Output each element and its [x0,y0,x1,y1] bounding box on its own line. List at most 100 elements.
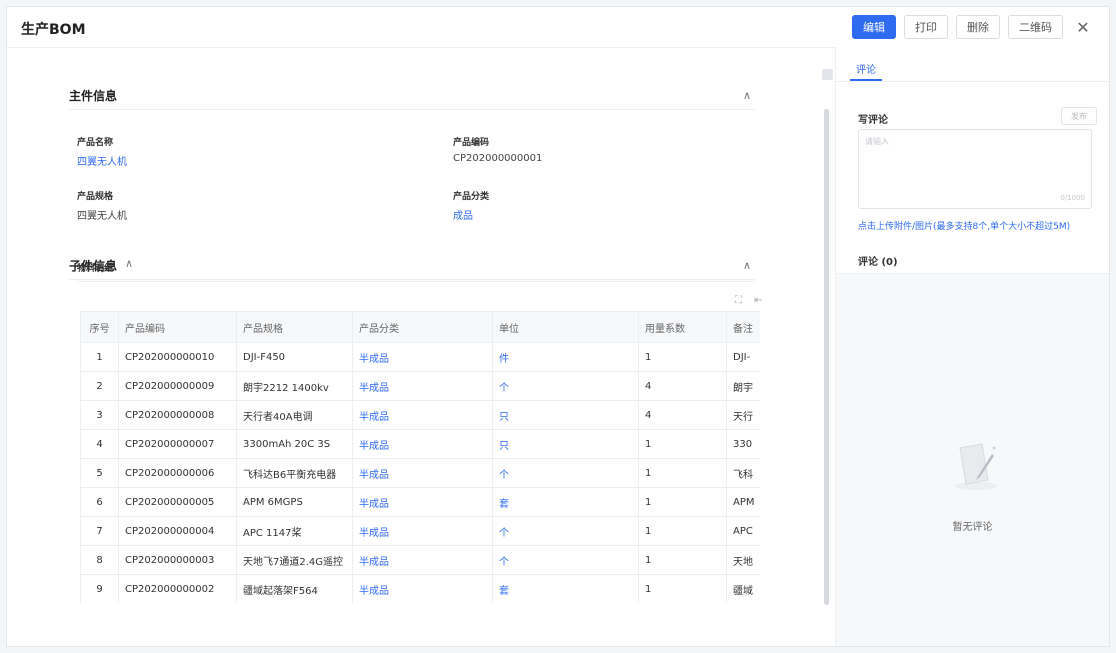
table-row[interactable]: 7 CP202000000004 APC 1147桨 半成品个 1 APC [80,516,760,546]
table-cell: 5 [80,458,119,488]
table-cell: CP202000000002 [118,574,237,603]
column-header: 单位 [492,311,639,343]
table-cell[interactable]: 只 [492,429,639,459]
upload-attachment-link[interactable]: 点击上传附件/图片(最多支持8个,单个大小不超过5M) [858,219,1070,232]
table-cell[interactable]: 半成品 [352,429,493,459]
comment-input[interactable]: 请输入 0/1000 [858,129,1092,209]
table-cell[interactable]: 半成品 [352,487,493,517]
table-cell: 飞科 [726,458,760,488]
table-cell: 2 [80,371,119,401]
table-row[interactable]: 3 CP202000000008 天行者40A电调 半成品只 4 天行 [80,400,760,430]
column-header: 产品编码 [118,311,237,343]
write-comment-title: 写评论 [858,115,888,126]
table-row[interactable]: 8 CP202000000003 天地飞7通道2.4G遥控 半成品个 1 天地 [80,545,760,575]
table-cell[interactable]: 半成品 [352,516,493,546]
table-cell: CP202000000006 [118,458,237,488]
table-cell: 天行者40A电调 [236,400,353,430]
table-cell: 疆域 [726,574,760,603]
comment-placeholder: 请输入 [865,137,889,146]
char-count: 0/1000 [1060,194,1085,202]
table-cell[interactable]: 个 [492,371,639,401]
expand-columns-icon[interactable]: ⇤ [754,295,774,306]
table-row[interactable]: 9 CP202000000002 疆域起落架F564 半成品套 1 疆域 [80,574,760,603]
table-cell[interactable]: 半成品 [352,458,493,488]
column-header: 产品规格 [236,311,353,343]
table-cell: CP202000000010 [118,342,237,372]
table-cell[interactable]: 半成品 [352,400,493,430]
title-bar: 生产BOM 编辑 打印 删除 二维码 ✕ [7,7,1109,48]
table-cell[interactable]: 件 [492,342,639,372]
table-cell: CP202000000005 [118,487,237,517]
divider [77,281,755,282]
print-button[interactable]: 打印 [904,15,948,39]
table-cell: CP202000000007 [118,429,237,459]
table-cell: 3 [80,400,119,430]
table-cell[interactable]: 个 [492,458,639,488]
table-cell[interactable]: 半成品 [352,342,493,372]
table-row[interactable]: 6 CP202000000005 APM 6MGPS 半成品套 1 APM [80,487,760,517]
collapse-material-icon[interactable]: ∧ [125,257,133,270]
tab-comments[interactable]: 评论 [856,61,876,76]
table-cell: 8 [80,545,119,575]
column-header: 备注 [726,311,760,343]
material-detail-title: 物料明细 [77,264,114,274]
table-cell: 3300mAh 20C 3S [236,429,353,459]
page-title: 生产BOM [21,22,86,38]
table-cell[interactable]: 个 [492,516,639,546]
divider [69,279,755,280]
table-cell: 1 [80,342,119,372]
table-cell: 4 [638,371,727,401]
table-cell[interactable]: 套 [492,574,639,603]
qrcode-button[interactable]: 二维码 [1008,15,1063,39]
scrollbar[interactable] [824,109,829,605]
product-spec-label: 产品规格 [77,192,114,202]
divider [69,109,755,110]
panel-toggle-icon[interactable] [822,69,833,80]
table-cell: 天地 [726,545,760,575]
table-cell[interactable]: 只 [492,400,639,430]
table-cell: APM 6MGPS [236,487,353,517]
main-info-title: 主件信息 [69,89,118,103]
product-spec-value: 四翼无人机 [77,211,127,222]
table-cell: APC [726,516,760,546]
table-cell: APC 1147桨 [236,516,353,546]
table-cell: 1 [638,342,727,372]
table-cell: DJI-F450 [236,342,353,372]
table-cell: 1 [638,574,727,603]
action-bar: 编辑 打印 删除 二维码 ✕ [852,15,1095,39]
table-cell: APM [726,487,760,517]
fullscreen-icon[interactable]: ⛶ [735,295,754,306]
table-cell: 天地飞7通道2.4G遥控 [236,545,353,575]
delete-button[interactable]: 删除 [956,15,1000,39]
table-cell[interactable]: 半成品 [352,545,493,575]
publish-button[interactable]: 发布 [1061,107,1097,125]
table-tools: ⛶⇤ [735,295,774,306]
collapse-main-info-icon[interactable]: ∧ [743,89,751,102]
table-cell: 1 [638,487,727,517]
table-cell: 6 [80,487,119,517]
table-cell: 330 [726,429,760,459]
table-cell: 朗宇2212 1400kv [236,371,353,401]
table-cell[interactable]: 个 [492,545,639,575]
table-row[interactable]: 2 CP202000000009 朗宇2212 1400kv 半成品个 4 朗宇 [80,371,760,401]
divider [836,81,1109,82]
product-category-label: 产品分类 [453,192,490,202]
product-category-link[interactable]: 成品 [453,207,473,222]
table-cell: CP202000000009 [118,371,237,401]
close-icon[interactable]: ✕ [1071,15,1095,39]
table-cell: CP202000000004 [118,516,237,546]
column-header: 产品分类 [352,311,493,343]
table-cell[interactable]: 套 [492,487,639,517]
material-table: 序号 产品编码 产品规格 产品分类 单位 用量系数 备注 1 CP20200000… [80,311,760,603]
table-cell[interactable]: 半成品 [352,371,493,401]
table-cell: 1 [638,429,727,459]
table-row[interactable]: 5 CP202000000006 飞科达B6平衡充电器 半成品个 1 飞科 [80,458,760,488]
empty-comments-text: 暂无评论 [952,522,993,533]
table-row[interactable]: 4 CP202000000007 3300mAh 20C 3S 半成品只 1 330 [80,429,760,459]
collapse-sub-info-icon[interactable]: ∧ [743,259,751,272]
table-row[interactable]: 1 CP202000000010 DJI-F450 半成品件 1 DJI- [80,342,760,372]
table-cell[interactable]: 半成品 [352,574,493,603]
table-cell: 4 [80,429,119,459]
edit-button[interactable]: 编辑 [852,15,896,39]
product-name-link[interactable]: 四翼无人机 [77,153,127,168]
